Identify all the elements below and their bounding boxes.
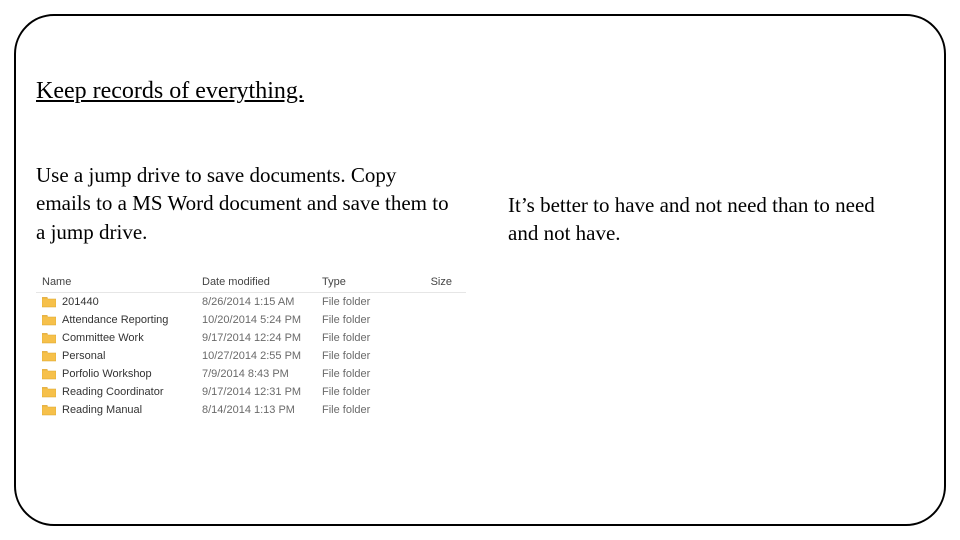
file-list-header: Name Date modified Type Size bbox=[36, 272, 466, 293]
file-name: Personal bbox=[62, 350, 202, 362]
slide-title: Keep records of everything. bbox=[36, 78, 924, 105]
file-date: 9/17/2014 12:31 PM bbox=[202, 386, 322, 398]
file-type: File folder bbox=[322, 404, 402, 416]
file-name: 201440 bbox=[62, 296, 202, 308]
file-rows: 2014408/26/2014 1:15 AMFile folderAttend… bbox=[36, 293, 466, 419]
header-size: Size bbox=[402, 276, 452, 288]
right-column: It’s better to have and not need than to… bbox=[508, 161, 888, 419]
left-body-text: Use a jump drive to save documents. Copy… bbox=[36, 161, 456, 246]
header-name: Name bbox=[42, 276, 202, 288]
file-explorer-list: Name Date modified Type Size 2014408/26/… bbox=[36, 272, 466, 419]
file-row: Personal10/27/2014 2:55 PMFile folder bbox=[36, 347, 466, 365]
header-date: Date modified bbox=[202, 276, 322, 288]
file-name: Porfolio Workshop bbox=[62, 368, 202, 380]
left-column: Use a jump drive to save documents. Copy… bbox=[36, 161, 456, 419]
header-type: Type bbox=[322, 276, 402, 288]
folder-icon bbox=[42, 314, 56, 326]
right-body-text: It’s better to have and not need than to… bbox=[508, 191, 888, 248]
file-date: 9/17/2014 12:24 PM bbox=[202, 332, 322, 344]
columns: Use a jump drive to save documents. Copy… bbox=[36, 161, 924, 419]
file-type: File folder bbox=[322, 296, 402, 308]
file-type: File folder bbox=[322, 386, 402, 398]
file-row: Committee Work9/17/2014 12:24 PMFile fol… bbox=[36, 329, 466, 347]
file-name: Committee Work bbox=[62, 332, 202, 344]
folder-icon bbox=[42, 368, 56, 380]
file-name: Reading Manual bbox=[62, 404, 202, 416]
file-type: File folder bbox=[322, 350, 402, 362]
folder-icon bbox=[42, 332, 56, 344]
file-type: File folder bbox=[322, 332, 402, 344]
file-date: 8/26/2014 1:15 AM bbox=[202, 296, 322, 308]
file-type: File folder bbox=[322, 314, 402, 326]
file-date: 8/14/2014 1:13 PM bbox=[202, 404, 322, 416]
file-date: 7/9/2014 8:43 PM bbox=[202, 368, 322, 380]
file-row: Attendance Reporting10/20/2014 5:24 PMFi… bbox=[36, 311, 466, 329]
slide-content: Keep records of everything. Use a jump d… bbox=[36, 78, 924, 419]
folder-icon bbox=[42, 404, 56, 416]
folder-icon bbox=[42, 296, 56, 308]
file-row: 2014408/26/2014 1:15 AMFile folder bbox=[36, 293, 466, 311]
file-row: Porfolio Workshop7/9/2014 8:43 PMFile fo… bbox=[36, 365, 466, 383]
file-date: 10/27/2014 2:55 PM bbox=[202, 350, 322, 362]
file-row: Reading Coordinator9/17/2014 12:31 PMFil… bbox=[36, 383, 466, 401]
folder-icon bbox=[42, 350, 56, 362]
file-name: Reading Coordinator bbox=[62, 386, 202, 398]
folder-icon bbox=[42, 386, 56, 398]
file-row: Reading Manual8/14/2014 1:13 PMFile fold… bbox=[36, 401, 466, 419]
file-date: 10/20/2014 5:24 PM bbox=[202, 314, 322, 326]
file-type: File folder bbox=[322, 368, 402, 380]
file-name: Attendance Reporting bbox=[62, 314, 202, 326]
